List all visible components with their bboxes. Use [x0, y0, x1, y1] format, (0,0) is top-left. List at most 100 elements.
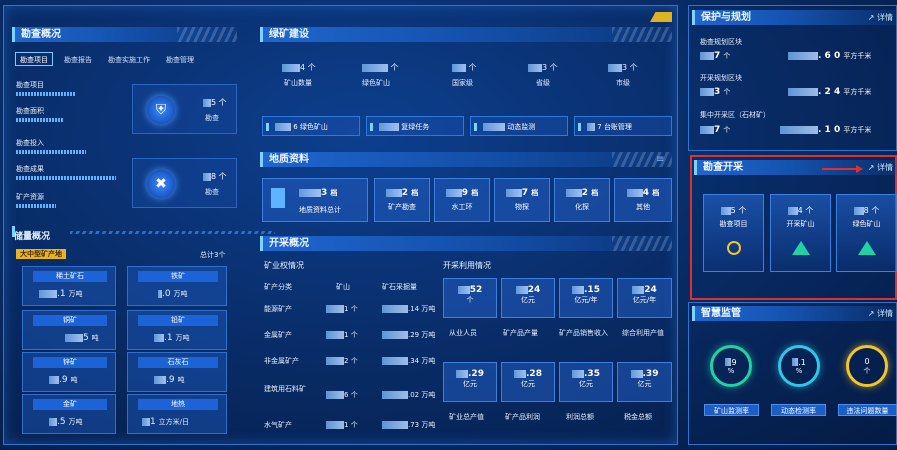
mining-tile: .29 亿元 [443, 362, 497, 402]
smart-ring: 0个 [846, 345, 888, 387]
tab-survey-report[interactable]: 勘查报告 [59, 52, 97, 66]
mining-tile: .39 亿元 [617, 362, 672, 402]
smart-ring: 9% [710, 345, 752, 387]
geo-stat-value: 9 档 [435, 188, 489, 198]
reserve-name: 地热 [138, 399, 218, 410]
green-stat-label: 矿山数量 [284, 79, 312, 87]
reserve-value: .9 吨 [154, 375, 184, 385]
reserve-value: .1 万吨 [154, 333, 189, 343]
smart-ring-unit: % [727, 366, 735, 375]
mining-tile-value: .29 [444, 369, 496, 379]
geo-tile: 7 档物探 [494, 178, 550, 222]
smart-button[interactable]: 矿山监测率 [704, 404, 759, 416]
mining-tile-value: .28 [502, 369, 554, 379]
mining-row-name: 能源矿产 [264, 305, 292, 313]
detail-link[interactable]: ↗ 详情 [868, 306, 893, 321]
smart-ring: .1% [778, 345, 820, 387]
geo-stat-label: 水工环 [451, 203, 473, 211]
reserve-card: 金矿 .5 万吨 [22, 394, 116, 434]
mining-row-count: 1 个 [326, 304, 358, 314]
mining-tile: 24 亿元/年 [617, 278, 672, 318]
reserve-title: 储量概况 [14, 232, 51, 242]
survey-row-bar [16, 92, 76, 96]
mining-tile: 52 个 [443, 278, 497, 318]
smart-button[interactable]: 违法问题数量 [838, 404, 897, 416]
mining-tile-unit: 亿元 [637, 380, 652, 388]
explore-card[interactable]: 8 个绿色矿山 [836, 194, 897, 272]
shield-icon: ⛨ [147, 96, 175, 124]
explore-card-value: 4 个 [771, 205, 830, 216]
green-stat-value: 3 个 [608, 62, 638, 73]
green-stat-label: 绿色矿山 [362, 79, 390, 87]
reserve-tag: 大中型矿产地 [16, 249, 66, 259]
geo-total-tile: 3 档 地质资料总计 [262, 178, 368, 222]
tab-survey-work[interactable]: 勘查实施工作 [103, 52, 155, 66]
mining-tile-label: 矿产品利润 [505, 413, 540, 421]
survey-stat-label: 勘查 [205, 114, 219, 122]
mining-row-count: 1 个 [326, 420, 358, 430]
mining-title: 开采概况 [260, 236, 672, 251]
detail-link[interactable]: ↗ 详情 [868, 160, 893, 175]
protect-row-count: 7 个 [700, 50, 730, 62]
green-pill[interactable]: 6 绿色矿山 [262, 116, 360, 136]
detail-link[interactable]: ↗ 详情 [868, 10, 893, 25]
explore-card-value: 8 个 [837, 205, 896, 216]
mining-row-amount: .73 万吨 [382, 420, 435, 430]
green-stat-label: 市级 [616, 79, 630, 87]
mining-row-count: 1 个 [326, 330, 358, 340]
smart-button[interactable]: 动态检测率 [771, 404, 826, 416]
reserve-name: 铜矿 [33, 315, 107, 326]
tab-survey-manage[interactable]: 勘查管理 [161, 52, 199, 66]
survey-row-bar [16, 204, 56, 208]
menu-icon[interactable]: ≡ [656, 154, 664, 165]
protect-row-area: . 6 0 平方千米 [788, 50, 871, 62]
mining-row-name: 水气矿产 [264, 421, 292, 429]
reserve-card: 稀土矿石 .1 万吨 [22, 266, 116, 306]
reserve-name: 铅矿 [138, 315, 218, 326]
file-icon [271, 188, 285, 208]
smart-ring-unit: % [795, 366, 803, 375]
mining-tile-label: 从业人员 [449, 329, 477, 337]
location-icon [726, 241, 741, 255]
tab-survey-project[interactable]: 勘查项目 [15, 52, 53, 66]
green-pill[interactable]: 复绿任务 [366, 116, 464, 136]
protect-row-area: . 2 4 平方千米 [788, 86, 871, 98]
mining-header: 矿山 [336, 283, 350, 291]
mining-sub-use: 开采利用情况 [443, 261, 491, 270]
mining-tile-unit: 亿元/年 [574, 296, 598, 304]
protect-row-count: 7 个 [700, 124, 730, 136]
survey-row-bar [16, 118, 64, 122]
mining-tile-unit: 亿元 [579, 380, 593, 388]
reserve-card: 铁矿 .0 万吨 [127, 266, 227, 306]
mining-row-amount: .29 万吨 [382, 330, 435, 340]
mining-sub-rights: 矿业权情况 [264, 261, 304, 270]
survey-stat-box: ⛨ 5 个 勘查 [132, 84, 237, 134]
reserve-card: 石灰石 .9 吨 [127, 352, 227, 392]
geo-tile: 9 档水工环 [434, 178, 490, 222]
green-pill[interactable]: 动态监测 [470, 116, 568, 136]
mining-tile-value: .15 [560, 285, 612, 295]
explore-card[interactable]: 4 个开采矿山 [770, 194, 831, 272]
green-pill[interactable]: 7 台账管理 [574, 116, 672, 136]
green-stat-value: 4 个 [282, 62, 316, 73]
reserve-title-stripes [70, 231, 275, 234]
geo-stat-value: 7 档 [495, 188, 549, 198]
geo-stat-label: 矿产勘查 [388, 203, 416, 211]
mining-tile-label: 矿产品产量 [503, 329, 538, 337]
green-stat-value: 个 [452, 62, 477, 73]
geo-stat-value: 2 档 [375, 188, 429, 198]
explore-card[interactable]: 5 个勘查项目 [703, 194, 764, 272]
smart-title: 智慧监管 ↗ 详情 [692, 306, 897, 321]
reserve-card: 铜矿 5 吨 [22, 310, 116, 350]
protect-row-name: 开采规划区块 [700, 74, 742, 82]
arrow-icon [822, 168, 860, 170]
mining-header: 矿产分类 [264, 283, 292, 291]
mining-row-count: 2 个 [326, 356, 358, 366]
explore-card-value: 5 个 [704, 205, 763, 216]
survey-row-bar [16, 176, 116, 180]
mining-row-amount: .02 万吨 [382, 390, 435, 400]
explore-card-label: 绿色矿山 [852, 220, 881, 228]
reserve-count: 总计3个 [200, 251, 226, 259]
mining-tile-label: 综合利用产值 [622, 329, 664, 337]
green-stat-label: 省级 [536, 79, 550, 87]
